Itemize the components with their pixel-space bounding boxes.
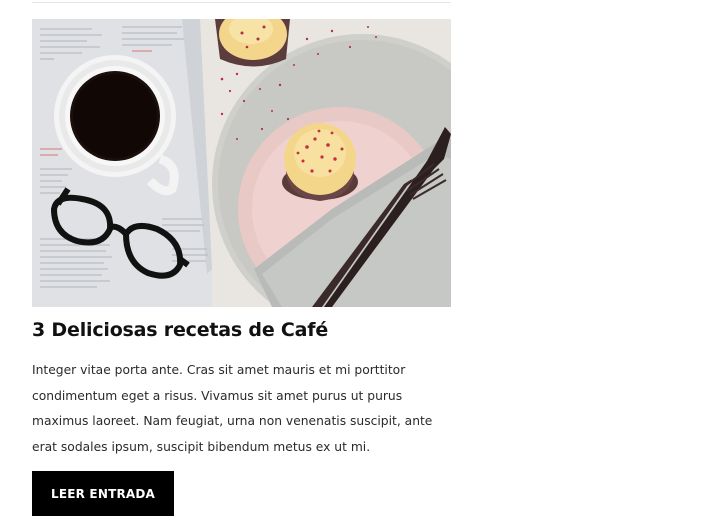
read-more-button[interactable]: LEER ENTRADA (32, 471, 174, 516)
post-excerpt: Integer vitae porta ante. Cras sit amet … (32, 363, 433, 454)
post-title[interactable]: 3 Deliciosas recetas de Café (32, 319, 451, 341)
post-featured-image[interactable] (32, 19, 451, 307)
blog-post-card: 3 Deliciosas recetas de Café Integer vit… (32, 19, 451, 516)
top-divider (32, 2, 451, 3)
